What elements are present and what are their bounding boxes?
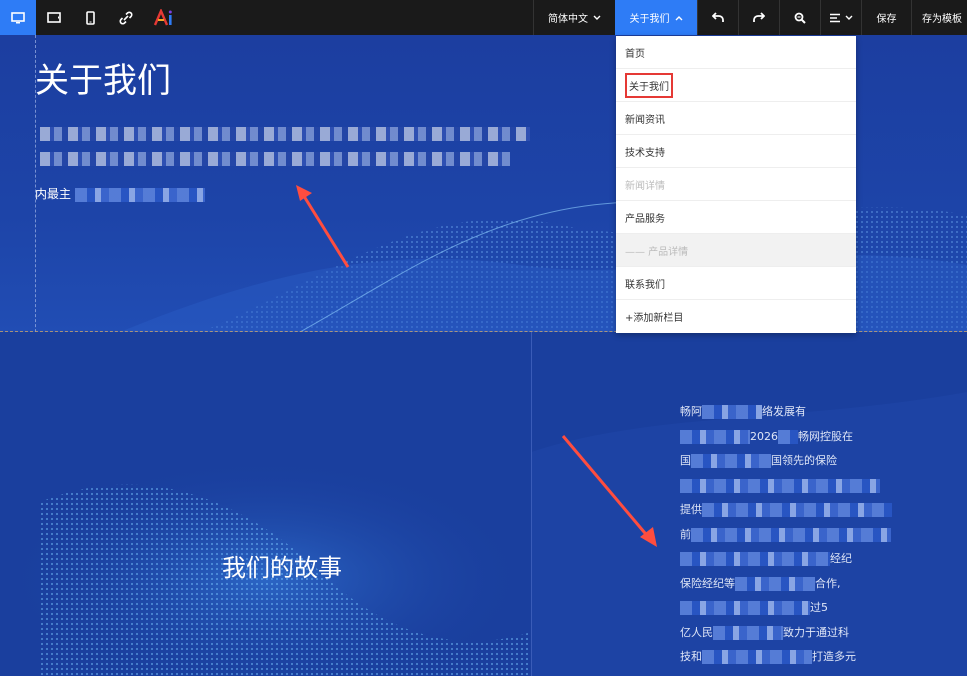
story-text-line: 亿人民 致力于通过科 (680, 621, 905, 646)
story-text-line: 2026 畅网控股在 (680, 425, 905, 450)
blurred-text (680, 429, 750, 444)
device-switcher (0, 0, 184, 35)
hero-text-start: 内最主 (35, 185, 205, 202)
dropdown-item-label: 产品服务 (625, 213, 665, 225)
blurred-text (680, 552, 830, 566)
story-text-prefix: 亿人民 (680, 625, 713, 639)
dropdown-item: —— 产品详情 (616, 234, 856, 267)
language-select[interactable]: 简体中文 (533, 0, 615, 35)
story-text-suffix: 合作, (815, 576, 841, 590)
story-text-suffix: 致力于通过科 (783, 625, 849, 639)
story-text-prefix: 技和 (680, 650, 702, 663)
language-label: 简体中文 (548, 14, 588, 25)
save-button[interactable]: 保存 (861, 0, 911, 35)
story-text-line: 过5 (680, 596, 905, 621)
tablet-landscape-icon[interactable] (36, 0, 72, 35)
dropdown-item: 新闻详情 (616, 168, 856, 201)
chevron-up-icon (675, 15, 682, 20)
story-text-line: 提供 (680, 498, 905, 523)
story-text-line: 畅阿 络发展有 (680, 400, 905, 425)
column-label: 关于我们 (629, 14, 670, 25)
dropdown-item-label: 新闻资讯 (625, 114, 665, 126)
blurred-text-line (40, 127, 530, 141)
dropdown-item[interactable]: 关于我们 (616, 69, 856, 102)
zoom-button[interactable] (779, 0, 820, 35)
story-text-suffix: 过5 (810, 601, 828, 614)
dropdown-item[interactable]: 新闻资讯 (616, 102, 856, 135)
story-text-suffix: 2026 (750, 429, 778, 443)
blurred-text (691, 527, 891, 542)
story-text-line: 经纪 (680, 547, 905, 572)
story-text-prefix: 前 (680, 527, 691, 541)
dropdown-item-label: 联系我们 (625, 279, 665, 291)
story-title: 我们的故事 (222, 554, 342, 582)
story-text-tail: 畅网控股在 (798, 429, 853, 443)
dropdown-item[interactable]: +添加新栏目 (616, 300, 856, 333)
dropdown-item[interactable]: 联系我们 (616, 267, 856, 300)
story-text-suffix: 国领先的保险 (771, 454, 837, 467)
blurred-text-line (40, 152, 510, 166)
story-text-line (680, 474, 905, 499)
story-text-line: 保险经纪等 合作, (680, 572, 905, 597)
dropdown-item-label: 关于我们 (625, 72, 673, 98)
editor-toolbar: 简体中文 关于我们 保存 存为模板 (0, 0, 967, 35)
story-text-line: 技和 打造多元 (680, 645, 905, 670)
blurred-text (713, 625, 783, 640)
story-paragraph: 畅阿 络发展有 2026 畅网控股在国 国领先的保险提供前经纪保险经纪等 合作, 过5 亿人民… (680, 400, 905, 670)
hero-small-text: 内最主 (35, 187, 72, 201)
dropdown-item[interactable]: 首页 (616, 36, 856, 69)
dropdown-item[interactable]: 产品服务 (616, 201, 856, 234)
mobile-icon[interactable] (72, 0, 108, 35)
story-text-line: 国 国领先的保险 (680, 449, 905, 474)
chevron-down-icon (845, 15, 852, 20)
dropdown-item-label: —— 产品详情 (625, 246, 689, 258)
story-text-prefix: 提供 (680, 503, 702, 516)
story-text-suffix: 打造多元 (812, 650, 856, 663)
blurred-text (680, 478, 880, 493)
blurred-text (735, 576, 815, 591)
save-as-template-button[interactable]: 存为模板 (911, 0, 967, 35)
align-button[interactable] (820, 0, 861, 35)
align-icon (829, 13, 840, 22)
annotation-arrow (296, 185, 350, 268)
redo-icon (753, 12, 765, 22)
dropdown-item-label: +添加新栏目 (625, 313, 684, 324)
zoom-icon (794, 12, 806, 24)
column-select[interactable]: 关于我们 (615, 0, 697, 35)
desktop-icon[interactable] (0, 0, 36, 35)
save-label: 保存 (876, 14, 897, 25)
story-text-prefix: 保险经纪等 (680, 576, 735, 590)
blurred-text (702, 503, 892, 517)
blurred-text (691, 454, 771, 468)
blurred-text (778, 429, 798, 444)
save-template-label: 存为模板 (922, 14, 962, 25)
blurred-text (702, 650, 812, 664)
dropdown-item-label: 首页 (625, 48, 645, 60)
link-icon[interactable] (108, 0, 144, 35)
redo-button[interactable] (738, 0, 779, 35)
story-text-line: 前 (680, 523, 905, 548)
dropdown-item[interactable]: 技术支持 (616, 135, 856, 168)
column-dropdown-menu: 首页关于我们新闻资讯技术支持新闻详情产品服务 —— 产品详情 联系我们 +添加新栏目 (616, 36, 856, 333)
dropdown-item-label: 技术支持 (625, 147, 665, 159)
story-section: 我们的故事 畅阿 络发展有 2026 畅网控股在国 国领先的保险提供前经纪保险经纪等 合作… (0, 332, 967, 676)
chevron-down-icon (593, 15, 601, 20)
page-title: 关于我们 (35, 61, 171, 101)
blurred-text (74, 187, 205, 202)
story-text-suffix: 经纪 (830, 552, 852, 565)
undo-icon (712, 12, 724, 22)
undo-button[interactable] (697, 0, 738, 35)
toolbar-actions: 简体中文 关于我们 保存 存为模板 (533, 0, 967, 35)
ai-logo-icon[interactable] (144, 0, 184, 35)
dropdown-item-label: 新闻详情 (625, 180, 665, 192)
annotation-arrow (561, 435, 657, 547)
story-text-suffix: 络发展有 (762, 405, 806, 418)
blurred-text (702, 405, 762, 419)
blurred-text (680, 601, 810, 615)
story-text-prefix: 国 (680, 454, 691, 467)
story-text-prefix: 畅阿 (680, 405, 702, 418)
column-divider (531, 332, 532, 676)
